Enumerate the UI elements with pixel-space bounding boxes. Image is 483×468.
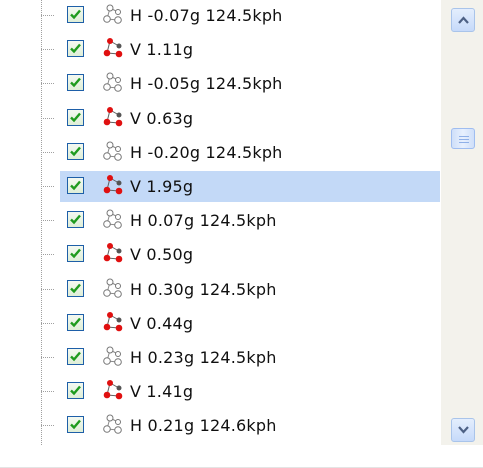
- tree-list[interactable]: H -0.07g 124.5kph V 1.11g H -0.05g 124.5kp…: [0, 0, 440, 445]
- tree-connector: [41, 288, 54, 290]
- checkmark-icon: [70, 317, 81, 328]
- tree-connector: [41, 391, 54, 393]
- tree-connector: [41, 254, 54, 256]
- tree-row[interactable]: H 0.30g 124.5kph: [0, 273, 440, 306]
- tree-row[interactable]: H -0.05g 124.5kph: [0, 67, 440, 100]
- row-label: H -0.07g 124.5kph: [130, 6, 283, 25]
- row-checkbox[interactable]: [67, 313, 84, 331]
- row-label: H 0.30g 124.5kph: [130, 279, 277, 299]
- row-checkbox[interactable]: [67, 177, 84, 194]
- row-checkbox[interactable]: [67, 40, 84, 58]
- row-checkbox[interactable]: [67, 6, 84, 23]
- tree-row[interactable]: V 1.41g: [0, 375, 440, 408]
- tree-row[interactable]: H -0.20g 124.5kph: [0, 136, 440, 169]
- row-checkbox[interactable]: [67, 74, 84, 92]
- tree-row[interactable]: V 1.95g: [0, 170, 440, 203]
- tree-connector: [41, 15, 54, 16]
- horizontal-axis-icon: [103, 414, 122, 435]
- row-label: V 1.41g: [130, 382, 194, 402]
- checkmark-icon: [70, 249, 81, 259]
- row-label: H 0.07g 124.5kph: [130, 211, 277, 231]
- tree-row[interactable]: H 0.07g 124.5kph: [0, 204, 440, 237]
- checkmark-icon: [70, 112, 81, 122]
- tree-row[interactable]: V 0.63g: [0, 102, 440, 135]
- vertical-axis-icon: [103, 243, 123, 263]
- tree-connector: [41, 322, 54, 324]
- row-checkbox[interactable]: [67, 348, 84, 365]
- horizontal-axis-icon: [103, 141, 122, 161]
- row-label: V 0.63g: [130, 108, 194, 128]
- row-label: H 0.23g 124.5kph: [130, 348, 277, 367]
- row-checkbox[interactable]: [67, 382, 84, 400]
- scroll-thumb[interactable]: [451, 128, 475, 149]
- row-label: H 0.21g 124.6kph: [130, 416, 277, 436]
- tree-connector: [41, 220, 54, 222]
- tree-connector: [41, 357, 54, 358]
- checkmark-icon: [70, 43, 81, 54]
- tree-row[interactable]: H 0.23g 124.5kph: [0, 341, 440, 374]
- checkmark-icon: [70, 180, 81, 191]
- tree-connector: [41, 151, 54, 153]
- vertical-axis-icon: [103, 380, 123, 400]
- row-checkbox[interactable]: [67, 211, 84, 229]
- row-label: V 0.50g: [130, 245, 194, 265]
- checkmark-icon: [70, 351, 81, 362]
- row-checkbox[interactable]: [67, 416, 84, 434]
- tree-row[interactable]: V 0.44g: [0, 307, 440, 340]
- tree-row[interactable]: H -0.07g 124.5kph: [0, 0, 440, 32]
- horizontal-axis-icon: [103, 4, 122, 24]
- tree-connector: [41, 83, 54, 85]
- checkmark-icon: [70, 214, 81, 225]
- checkmark-icon: [70, 385, 81, 396]
- checkmark-icon: [70, 420, 81, 430]
- checkmark-icon: [70, 78, 81, 88]
- chevron-up-icon: [458, 16, 469, 24]
- vertical-axis-icon: [103, 38, 123, 58]
- vertical-axis-icon: [103, 175, 123, 195]
- row-checkbox[interactable]: [67, 142, 84, 160]
- horizontal-axis-icon: [103, 278, 122, 298]
- row-checkbox[interactable]: [67, 108, 84, 126]
- chevron-down-icon: [458, 426, 469, 434]
- row-label: V 0.44g: [130, 313, 194, 333]
- horizontal-axis-icon: [103, 72, 122, 93]
- row-checkbox[interactable]: [67, 279, 84, 297]
- row-checkbox[interactable]: [67, 245, 84, 263]
- row-label: H -0.20g 124.5kph: [130, 142, 283, 162]
- row-label: V 1.95g: [130, 177, 194, 196]
- scroll-down-button[interactable]: [451, 418, 475, 442]
- checkmark-icon: [70, 9, 81, 20]
- vertical-scrollbar[interactable]: [441, 0, 483, 445]
- tree-row[interactable]: V 1.11g: [0, 33, 440, 66]
- row-label: V 1.11g: [130, 40, 194, 60]
- row-label: H -0.05g 124.5kph: [130, 74, 283, 94]
- horizontal-axis-icon: [103, 209, 122, 229]
- checkmark-icon: [70, 146, 81, 157]
- vertical-axis-icon: [103, 106, 123, 126]
- scroll-up-button[interactable]: [451, 8, 475, 32]
- tree-connector: [41, 425, 54, 427]
- tree-panel: H -0.07g 124.5kph V 1.11g H -0.05g 124.5kp…: [0, 0, 483, 468]
- tree-connector: [41, 117, 54, 119]
- checkmark-icon: [70, 283, 81, 293]
- horizontal-axis-icon: [103, 346, 122, 366]
- tree-connector: [41, 49, 54, 51]
- vertical-axis-icon: [103, 311, 123, 332]
- tree-connector: [41, 186, 54, 187]
- tree-row[interactable]: V 0.50g: [0, 238, 440, 271]
- tree-row[interactable]: H 0.21g 124.6kph: [0, 409, 440, 442]
